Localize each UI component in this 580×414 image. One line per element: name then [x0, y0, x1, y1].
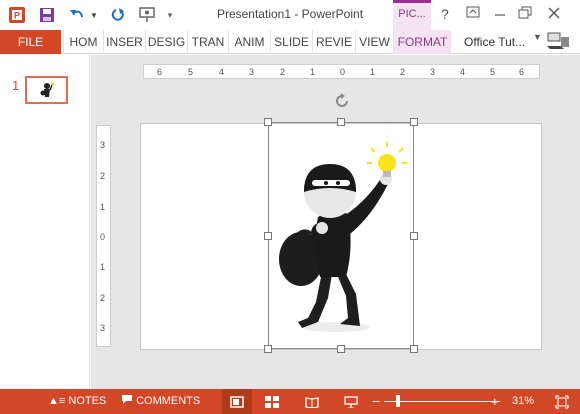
notes-icon: ▲≡	[48, 395, 66, 407]
notes-button[interactable]: ▲≡ NOTES	[48, 389, 106, 414]
slide-number: 1	[12, 78, 20, 93]
tab-design[interactable]: DESIG	[145, 30, 187, 54]
zoom-in-button[interactable]: +	[491, 389, 499, 414]
resize-handle-top-right[interactable]	[410, 118, 418, 126]
redo-icon[interactable]	[108, 5, 128, 25]
resize-handle-top-left[interactable]	[264, 118, 272, 126]
minimize-icon[interactable]	[494, 6, 506, 23]
ruler-label: 0	[340, 67, 346, 77]
picture-tools-context-tab[interactable]: PIC...	[393, 0, 431, 30]
thumbnail-figure-icon	[40, 82, 54, 97]
slideshow-view-icon[interactable]	[336, 389, 366, 414]
fit-slide-to-window-icon[interactable]	[547, 389, 577, 414]
zoom-level[interactable]: 31%	[512, 389, 534, 414]
tab-file[interactable]: FILE	[0, 30, 61, 54]
resize-handle-bottom-right[interactable]	[410, 345, 418, 353]
ribbon-tab-row: FILE HOM INSER DESIG TRAN ANIM SLIDE REV…	[0, 30, 580, 54]
comments-button[interactable]: COMMENTS	[121, 389, 200, 414]
status-bar: ▲≡ NOTES COMMENTS − + 31%	[0, 389, 580, 414]
account-picture-icon[interactable]	[543, 30, 573, 54]
ruler-label: 3	[430, 67, 436, 77]
ruler-label: 0	[100, 232, 106, 242]
restore-icon[interactable]	[518, 6, 532, 23]
ruler-label: 5	[188, 67, 194, 77]
rotate-handle-icon[interactable]	[333, 92, 351, 110]
ribbon-display-options-icon[interactable]	[466, 5, 480, 22]
ruler-label: 2	[280, 67, 286, 77]
account-dropdown-icon[interactable]: ▼	[533, 32, 542, 42]
start-slideshow-icon[interactable]	[136, 5, 158, 25]
ruler-label: 1	[310, 67, 316, 77]
normal-view-icon[interactable]	[222, 389, 252, 414]
resize-handle-right[interactable]	[410, 232, 418, 240]
ruler-label: 4	[219, 67, 225, 77]
zoom-slider[interactable]	[384, 401, 500, 402]
undo-dropdown-icon[interactable]: ▼	[89, 5, 99, 25]
ruler-label: 3	[100, 323, 106, 333]
resize-handle-bottom-left[interactable]	[264, 345, 272, 353]
horizontal-ruler[interactable]: 6 5 4 3 2 1 0 1 2 3 4 5 6	[143, 64, 540, 79]
ruler-label: 2	[100, 171, 106, 181]
ruler-label: 6	[519, 67, 525, 77]
undo-icon[interactable]	[66, 5, 88, 25]
ruler-label: 2	[100, 293, 106, 303]
slide-thumbnail[interactable]	[25, 76, 68, 104]
ruler-label: 3	[100, 140, 106, 150]
slides-pane: 1	[0, 55, 90, 389]
ruler-label: 3	[249, 67, 255, 77]
tab-transitions[interactable]: TRAN	[187, 30, 228, 54]
zoom-out-button[interactable]: −	[372, 389, 380, 414]
title-bar: P ▼ ▾ Presentation1 - PowerPoint PIC... …	[0, 0, 580, 30]
tab-slideshow[interactable]: SLIDE	[270, 30, 312, 54]
picture-selection-frame	[268, 122, 414, 349]
zoom-slider-thumb[interactable]	[396, 395, 400, 407]
notes-label: NOTES	[68, 395, 107, 407]
tab-review[interactable]: REVIE	[312, 30, 355, 54]
ruler-label: 6	[157, 67, 163, 77]
comments-label: COMMENTS	[136, 395, 201, 407]
help-button[interactable]: ?	[441, 6, 449, 22]
save-icon[interactable]	[37, 5, 57, 25]
close-icon[interactable]	[547, 6, 561, 23]
ruler-label: 4	[460, 67, 466, 77]
vertical-ruler[interactable]: 3 2 1 0 1 2 3	[96, 125, 111, 347]
tab-view[interactable]: VIEW	[355, 30, 393, 54]
ruler-label: 5	[490, 67, 496, 77]
ruler-label: 1	[100, 262, 106, 272]
slide-sorter-view-icon[interactable]	[257, 389, 287, 414]
resize-handle-bottom[interactable]	[337, 345, 345, 353]
svg-text:P: P	[14, 11, 20, 21]
tab-home[interactable]: HOM	[63, 30, 103, 54]
ruler-label: 1	[100, 202, 106, 212]
ruler-label: 2	[400, 67, 406, 77]
powerpoint-logo-icon[interactable]: P	[6, 5, 28, 25]
customize-toolbar-icon[interactable]: ▾	[164, 5, 176, 25]
tab-animations[interactable]: ANIM	[228, 30, 270, 54]
comment-icon	[121, 395, 136, 407]
resize-handle-top[interactable]	[337, 118, 345, 126]
reading-view-icon[interactable]	[297, 389, 327, 414]
account-name[interactable]: Office Tut...	[464, 30, 525, 54]
window-title: Presentation1 - PowerPoint	[216, 7, 364, 21]
tab-format[interactable]: FORMAT	[393, 30, 451, 54]
ruler-label: 1	[370, 67, 376, 77]
tab-insert[interactable]: INSER	[103, 30, 145, 54]
resize-handle-left[interactable]	[264, 232, 272, 240]
